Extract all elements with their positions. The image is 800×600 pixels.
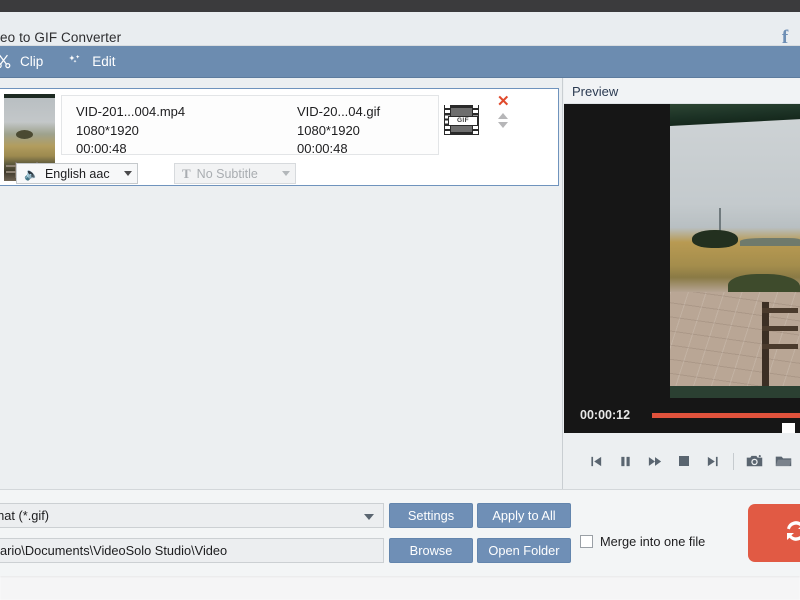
- stop-button[interactable]: [669, 444, 698, 478]
- chevron-down-icon: [282, 171, 290, 176]
- film-strip-icon[interactable]: GIF: [444, 105, 479, 135]
- facebook-icon[interactable]: f: [777, 28, 793, 47]
- file-list-panel: VID-201...004.mp4 1080*1920 00:00:48 VID…: [0, 78, 563, 489]
- scene-hill: [740, 238, 800, 246]
- speaker-icon: 🔈: [24, 166, 39, 181]
- scene-tree: [692, 230, 738, 248]
- background-window-strip[interactable]: [0, 576, 800, 600]
- gif-format-label: GIF: [448, 116, 478, 126]
- output-file-column: VID-20...04.gif 1080*1920 00:00:48: [297, 103, 380, 159]
- merge-checkbox[interactable]: [580, 535, 593, 548]
- content-area: VID-201...004.mp4 1080*1920 00:00:48 VID…: [0, 78, 800, 489]
- arrow-up-icon[interactable]: [498, 113, 508, 119]
- source-duration: 00:00:48: [76, 141, 127, 156]
- preview-title: Preview: [572, 84, 619, 99]
- output-path-value: rs\Usuario\Documents\VideoSolo Studio\Vi…: [0, 543, 228, 558]
- app-title: eo to GIF Converter: [0, 30, 122, 45]
- open-folder-button-bottom[interactable]: Open Folder: [477, 538, 571, 563]
- source-file-column: VID-201...004.mp4 1080*1920 00:00:48: [76, 103, 185, 159]
- arrow-down-icon[interactable]: [498, 122, 508, 128]
- timeline-track[interactable]: [652, 413, 800, 438]
- edit-button[interactable]: Edit: [55, 46, 127, 78]
- output-format-select[interactable]: F Format (*.gif): [0, 503, 384, 528]
- convert-button[interactable]: [748, 504, 800, 562]
- video-to-gif-converter-window: eo to GIF Converter f Clip Edit VID-201.…: [0, 0, 800, 576]
- fast-forward-button[interactable]: [640, 444, 669, 478]
- settings-button[interactable]: Settings: [389, 503, 473, 528]
- clip-label: Clip: [20, 54, 44, 69]
- convert-arrows-icon: [783, 519, 800, 548]
- video-stage[interactable]: [564, 104, 800, 398]
- audio-track-select[interactable]: 🔈 English aac: [16, 163, 138, 184]
- output-resolution: 1080*1920: [297, 122, 360, 138]
- merge-label: Merge into one file: [600, 534, 706, 549]
- output-path-input[interactable]: rs\Usuario\Documents\VideoSolo Studio\Vi…: [0, 538, 384, 563]
- current-time-label: 00:00:12: [580, 408, 631, 422]
- scene-awning: [670, 104, 800, 126]
- window-chrome-top: [0, 0, 800, 12]
- subtitle-track-label: No Subtitle: [196, 166, 258, 181]
- source-resolution: 1080*1920: [76, 122, 139, 138]
- video-frame: [670, 104, 800, 398]
- preview-panel: Preview 00:00:12: [564, 78, 800, 489]
- chevron-down-icon: [124, 171, 132, 176]
- file-info-box: VID-201...004.mp4 1080*1920 00:00:48 VID…: [61, 95, 439, 156]
- track-selectors: 🔈 English aac T No Subtitle: [16, 163, 296, 184]
- subtitle-track-select[interactable]: T No Subtitle: [174, 163, 296, 184]
- clip-button[interactable]: Clip: [0, 46, 55, 78]
- remove-file-icon[interactable]: ✕: [497, 94, 510, 109]
- reorder-arrows[interactable]: [498, 113, 508, 128]
- apply-to-all-button[interactable]: Apply to All: [477, 503, 571, 528]
- film-frame-top: [451, 108, 472, 116]
- merge-into-one-file-option[interactable]: Merge into one file: [580, 534, 705, 549]
- snapshot-button[interactable]: [740, 444, 769, 478]
- output-duration: 00:00:48: [297, 141, 348, 156]
- output-format-value: F Format (*.gif): [0, 508, 50, 523]
- edit-label: Edit: [92, 54, 116, 69]
- screen-root: eo to GIF Converter f Clip Edit VID-201.…: [0, 0, 800, 600]
- open-folder-button[interactable]: [769, 444, 798, 478]
- playback-timeline: 00:00:12: [564, 398, 800, 438]
- scene-foreground: [670, 386, 800, 398]
- thumbnail-tree-shape: [16, 130, 33, 139]
- title-bar: eo to GIF Converter f: [0, 12, 800, 47]
- previous-button[interactable]: [582, 444, 611, 478]
- preview-header: Preview: [564, 78, 800, 104]
- pause-button[interactable]: [611, 444, 640, 478]
- magic-wand-icon: [67, 54, 83, 69]
- scissors-icon: [0, 54, 11, 69]
- controls-separator: [733, 452, 734, 470]
- scene-chair: [762, 302, 798, 386]
- next-button[interactable]: [698, 444, 727, 478]
- text-icon: T: [182, 165, 191, 181]
- chevron-down-icon: [364, 514, 374, 520]
- browse-button[interactable]: Browse: [389, 538, 473, 563]
- file-list-row[interactable]: VID-201...004.mp4 1080*1920 00:00:48 VID…: [0, 88, 559, 186]
- main-toolbar: Clip Edit: [0, 46, 800, 78]
- output-settings-bar: F Format (*.gif) Settings Apply to All r…: [0, 489, 800, 576]
- source-filename: VID-201...004.mp4: [76, 104, 186, 119]
- playback-controls: [564, 433, 800, 489]
- output-filename: VID-20...04.gif: [297, 104, 381, 119]
- audio-track-label: English aac: [44, 166, 110, 181]
